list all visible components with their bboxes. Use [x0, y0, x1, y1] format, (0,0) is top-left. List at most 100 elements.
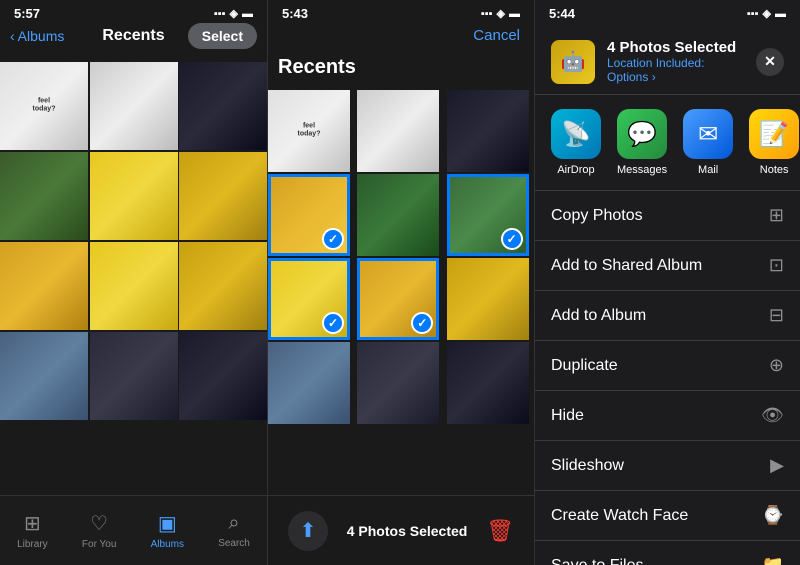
menu-item-add-shared-album[interactable]: Add to Shared Album ⊡ [535, 241, 800, 291]
photo-overlay-text: feeltoday? [33, 98, 56, 115]
status-bar-3: 5:44 ▪▪▪ ◈ ▬ [535, 0, 800, 25]
app-mail[interactable]: ✉ Mail [683, 109, 733, 176]
tab-library[interactable]: ⊞ Library [17, 511, 48, 550]
bottom-bar: ⬆ 4 Photos Selected 🗑 [268, 495, 534, 565]
app-notes[interactable]: 📝 Notes [749, 109, 799, 176]
photo-cell[interactable] [0, 332, 88, 420]
tab-search[interactable]: ⌕ Search [218, 512, 250, 549]
hide-icon: 👁 [761, 405, 784, 426]
menu-item-add-album[interactable]: Add to Album ⊟ [535, 291, 800, 341]
photo-cell-selected[interactable] [357, 174, 439, 256]
photo-cell[interactable] [447, 90, 529, 172]
search-tab-icon: ⌕ [228, 512, 239, 535]
select-button[interactable]: Select [188, 23, 257, 49]
status-icons-3: ▪▪▪ ◈ ▬ [747, 7, 786, 20]
airdrop-icon: 📡 [551, 109, 601, 159]
add-shared-album-icon: ⊡ [769, 255, 784, 276]
check-badge: ✓ [501, 228, 523, 250]
photo-cell[interactable] [357, 90, 439, 172]
photo-cell[interactable] [179, 152, 267, 240]
copy-photos-icon: ⊞ [769, 205, 784, 226]
albums-icon: ▣ [158, 511, 177, 536]
photo-cell[interactable] [0, 242, 88, 330]
feel-text: feeltoday? [298, 123, 321, 140]
share-title: 4 Photos Selected [607, 39, 744, 56]
for-you-icon: ♡ [90, 511, 108, 536]
photo-cell[interactable] [90, 242, 178, 330]
back-button[interactable]: ‹ Albums [10, 28, 64, 44]
menu-item-copy-photos[interactable]: Copy Photos ⊞ [535, 191, 800, 241]
slideshow-label: Slideshow [551, 457, 624, 475]
photo-cell[interactable] [90, 152, 178, 240]
photo-cell[interactable] [0, 152, 88, 240]
subtitle-static: Location Included: [607, 56, 704, 70]
photo-cell[interactable]: feeltoday? [268, 90, 350, 172]
duplicate-icon: ⊕ [769, 355, 784, 376]
photo-cell-selected[interactable]: ✓ [268, 258, 350, 340]
menu-item-create-watch-face[interactable]: Create Watch Face ⌚ [535, 491, 800, 541]
photo-cell-selected[interactable]: ✓ [357, 258, 439, 340]
photo-cell[interactable] [357, 342, 439, 424]
notes-icon: 📝 [749, 109, 799, 159]
slideshow-icon: ▶ [770, 455, 784, 476]
photo-cell-selected[interactable]: ✓ [447, 174, 529, 256]
share-button[interactable]: ⬆ [288, 511, 328, 551]
tab-library-label: Library [17, 539, 48, 550]
tab-for-you[interactable]: ♡ For You [82, 511, 116, 550]
tab-albums-label: Albums [151, 539, 184, 550]
photo-cell[interactable] [179, 62, 267, 150]
add-album-label: Add to Album [551, 307, 646, 325]
share-header-text: 4 Photos Selected Location Included: Opt… [607, 39, 744, 84]
panel-share-sheet: 5:44 ▪▪▪ ◈ ▬ 🤖 4 Photos Selected Locatio… [534, 0, 800, 565]
menu-item-slideshow[interactable]: Slideshow ▶ [535, 441, 800, 491]
app-airdrop[interactable]: 📡 AirDrop [551, 109, 601, 176]
signal-icon: ▪▪▪ [214, 8, 226, 20]
messages-label: Messages [617, 164, 667, 176]
status-icons-1: ▪▪▪ ◈ ▬ [214, 7, 253, 20]
subtitle-link[interactable]: Options › [607, 70, 656, 84]
wifi-icon-2: ◈ [497, 7, 505, 20]
selected-count-label: 4 Photos Selected [328, 523, 486, 539]
create-watch-face-label: Create Watch Face [551, 507, 688, 525]
photo-cell-selected[interactable]: ✓ [268, 174, 350, 256]
status-bar-2: 5:43 ▪▪▪ ◈ ▬ [268, 0, 534, 25]
photo-cell[interactable] [90, 332, 178, 420]
share-menu-list: Copy Photos ⊞ Add to Shared Album ⊡ Add … [535, 191, 800, 565]
panel2-title: Recents [268, 50, 534, 85]
photo-cell[interactable] [268, 342, 350, 424]
photo-cell[interactable]: feeltoday? [0, 62, 88, 150]
signal-icon-3: ▪▪▪ [747, 8, 759, 20]
save-files-icon: 📁 [762, 555, 784, 565]
wifi-icon: ◈ [230, 7, 238, 20]
add-album-icon: ⊟ [769, 305, 784, 326]
cancel-button[interactable]: Cancel [473, 27, 520, 44]
photo-cell[interactable] [179, 332, 267, 420]
delete-button[interactable]: 🗑 [486, 518, 514, 544]
app-messages[interactable]: 💬 Messages [617, 109, 667, 176]
panel1-title: Recents [102, 27, 164, 45]
save-files-label: Save to Files [551, 557, 643, 565]
panel-albums: 5:57 ▪▪▪ ◈ ▬ ‹ Albums Recents Select fee… [0, 0, 267, 565]
menu-item-save-files[interactable]: Save to Files 📁 [535, 541, 800, 565]
photo-cell[interactable] [90, 62, 178, 150]
tab-for-you-label: For You [82, 539, 116, 550]
photo-cell[interactable] [179, 242, 267, 330]
share-icon: ⬆ [300, 518, 317, 543]
tab-albums[interactable]: ▣ Albums [151, 511, 184, 550]
share-header: 🤖 4 Photos Selected Location Included: O… [535, 25, 800, 95]
photo-cell[interactable] [447, 258, 529, 340]
close-button[interactable]: ✕ [756, 48, 784, 76]
messages-icon: 💬 [617, 109, 667, 159]
signal-icon-2: ▪▪▪ [481, 8, 493, 20]
menu-item-hide[interactable]: Hide 👁 [535, 391, 800, 441]
check-badge: ✓ [322, 228, 344, 250]
battery-icon: ▬ [242, 8, 253, 20]
notes-label: Notes [760, 164, 789, 176]
photo-cell[interactable] [447, 342, 529, 424]
time-3: 5:44 [549, 6, 575, 21]
hide-label: Hide [551, 407, 584, 425]
duplicate-label: Duplicate [551, 357, 618, 375]
menu-item-duplicate[interactable]: Duplicate ⊕ [535, 341, 800, 391]
tab-bar: ⊞ Library ♡ For You ▣ Albums ⌕ Search [0, 495, 267, 565]
create-watch-face-icon: ⌚ [762, 505, 784, 526]
